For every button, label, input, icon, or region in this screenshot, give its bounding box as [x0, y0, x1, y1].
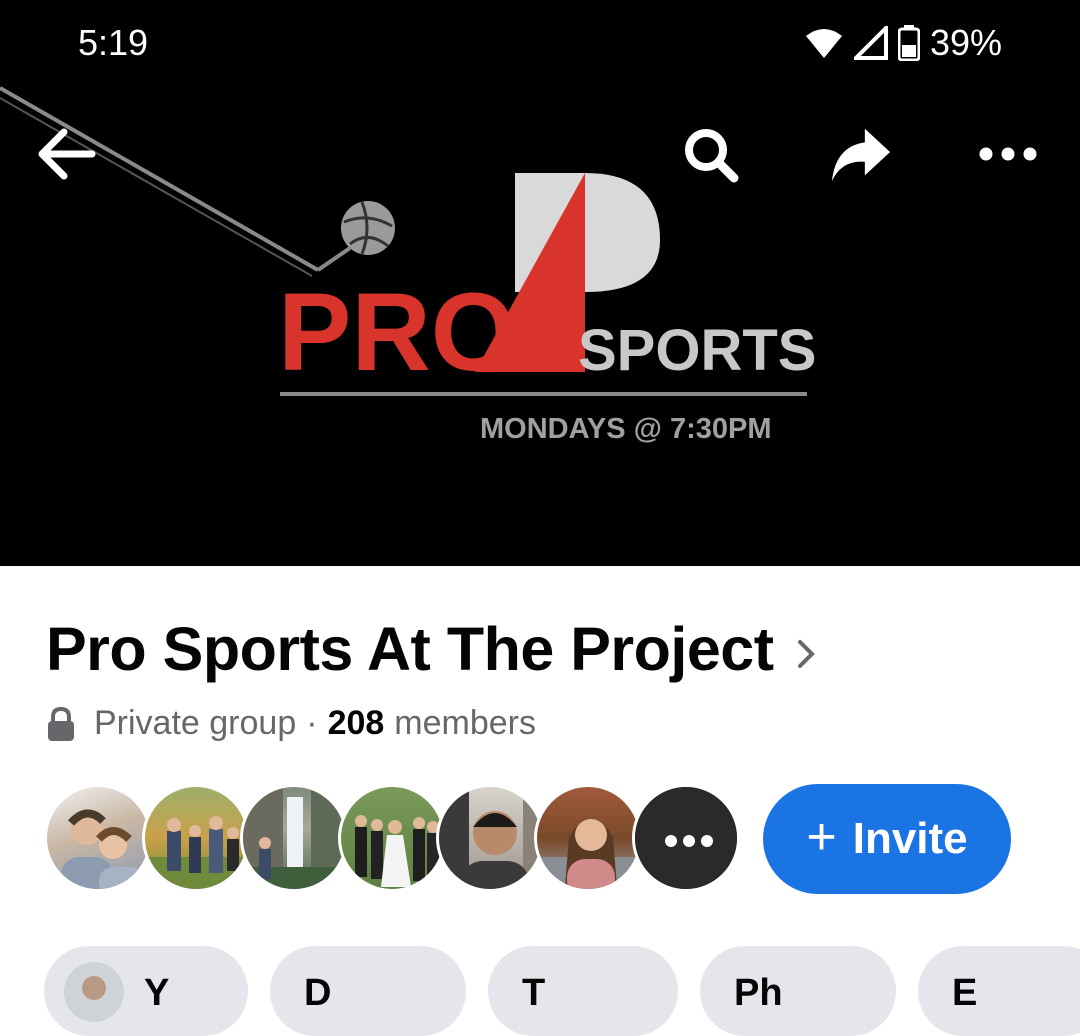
logo-pro-text: PRO: [278, 271, 516, 394]
avatar: [64, 962, 124, 1022]
more-members-avatar[interactable]: [632, 784, 740, 892]
tab-you[interactable]: Y: [44, 946, 248, 1036]
tab-photos[interactable]: Ph: [700, 946, 896, 1036]
member-count[interactable]: 208: [328, 704, 385, 743]
invite-label: Invite: [852, 814, 968, 863]
tab-events[interactable]: E: [918, 946, 1080, 1036]
tab-label: Y: [144, 972, 170, 1014]
chevron-right-icon: [797, 640, 815, 668]
share-arrow-icon: [831, 128, 891, 182]
privacy-label: Private group: [94, 704, 297, 742]
avatar[interactable]: [142, 784, 250, 892]
avatar[interactable]: [436, 784, 544, 892]
group-info: Pro Sports At The Project Private group …: [0, 566, 1080, 1036]
avatar-photo: [355, 815, 439, 887]
tab-label: Ph: [734, 972, 783, 1014]
share-button[interactable]: [828, 122, 892, 186]
logo-tagline: MONDAYS @ 7:30PM: [480, 413, 772, 445]
avatar[interactable]: [240, 784, 348, 892]
avatar-photo: [439, 787, 541, 889]
avatar[interactable]: [534, 784, 642, 892]
tab-topics[interactable]: T: [488, 946, 678, 1036]
status-time: 5:19: [78, 22, 149, 63]
status-bar: 5:19 39%: [0, 0, 1080, 88]
lock-icon: [48, 706, 74, 741]
group-meta: Private group · 208 members: [46, 704, 536, 743]
battery-icon: [897, 25, 920, 61]
avatar[interactable]: [44, 784, 152, 892]
avatar-photo: [537, 819, 639, 889]
group-cover-photo[interactable]: PRO SPORTS MONDAYS @ 7:30PM 5:19 39%: [0, 0, 1080, 566]
wifi-icon: [805, 29, 842, 58]
group-tabs: Y D T Ph E: [0, 946, 1080, 1036]
back-button[interactable]: [34, 122, 98, 186]
plus-icon: +: [806, 808, 837, 866]
avatar-photo: [61, 809, 145, 889]
battery-percent: 39%: [929, 22, 1002, 63]
group-title-row[interactable]: Pro Sports At The Project: [46, 614, 816, 684]
invite-button[interactable]: + Invite: [763, 784, 1011, 894]
tab-label: T: [522, 972, 546, 1014]
members-label[interactable]: members: [394, 704, 536, 743]
search-icon: [685, 129, 739, 183]
arrow-left-icon: [38, 128, 96, 180]
avatar-photo: [243, 787, 345, 889]
tab-label: D: [304, 972, 332, 1014]
avatar-photo: [145, 816, 247, 889]
cell-signal-icon: [853, 26, 888, 60]
search-button[interactable]: [678, 122, 742, 186]
tab-label: E: [952, 972, 978, 1014]
more-options-button[interactable]: [976, 122, 1040, 186]
more-dots-icon: [635, 787, 737, 889]
avatar[interactable]: [338, 784, 446, 892]
logo-sports-text: SPORTS: [578, 318, 817, 383]
tab-discussion[interactable]: D: [270, 946, 466, 1036]
group-title[interactable]: Pro Sports At The Project: [46, 614, 774, 684]
meta-separator: ·: [306, 704, 318, 742]
more-dots-icon: [979, 147, 1037, 161]
